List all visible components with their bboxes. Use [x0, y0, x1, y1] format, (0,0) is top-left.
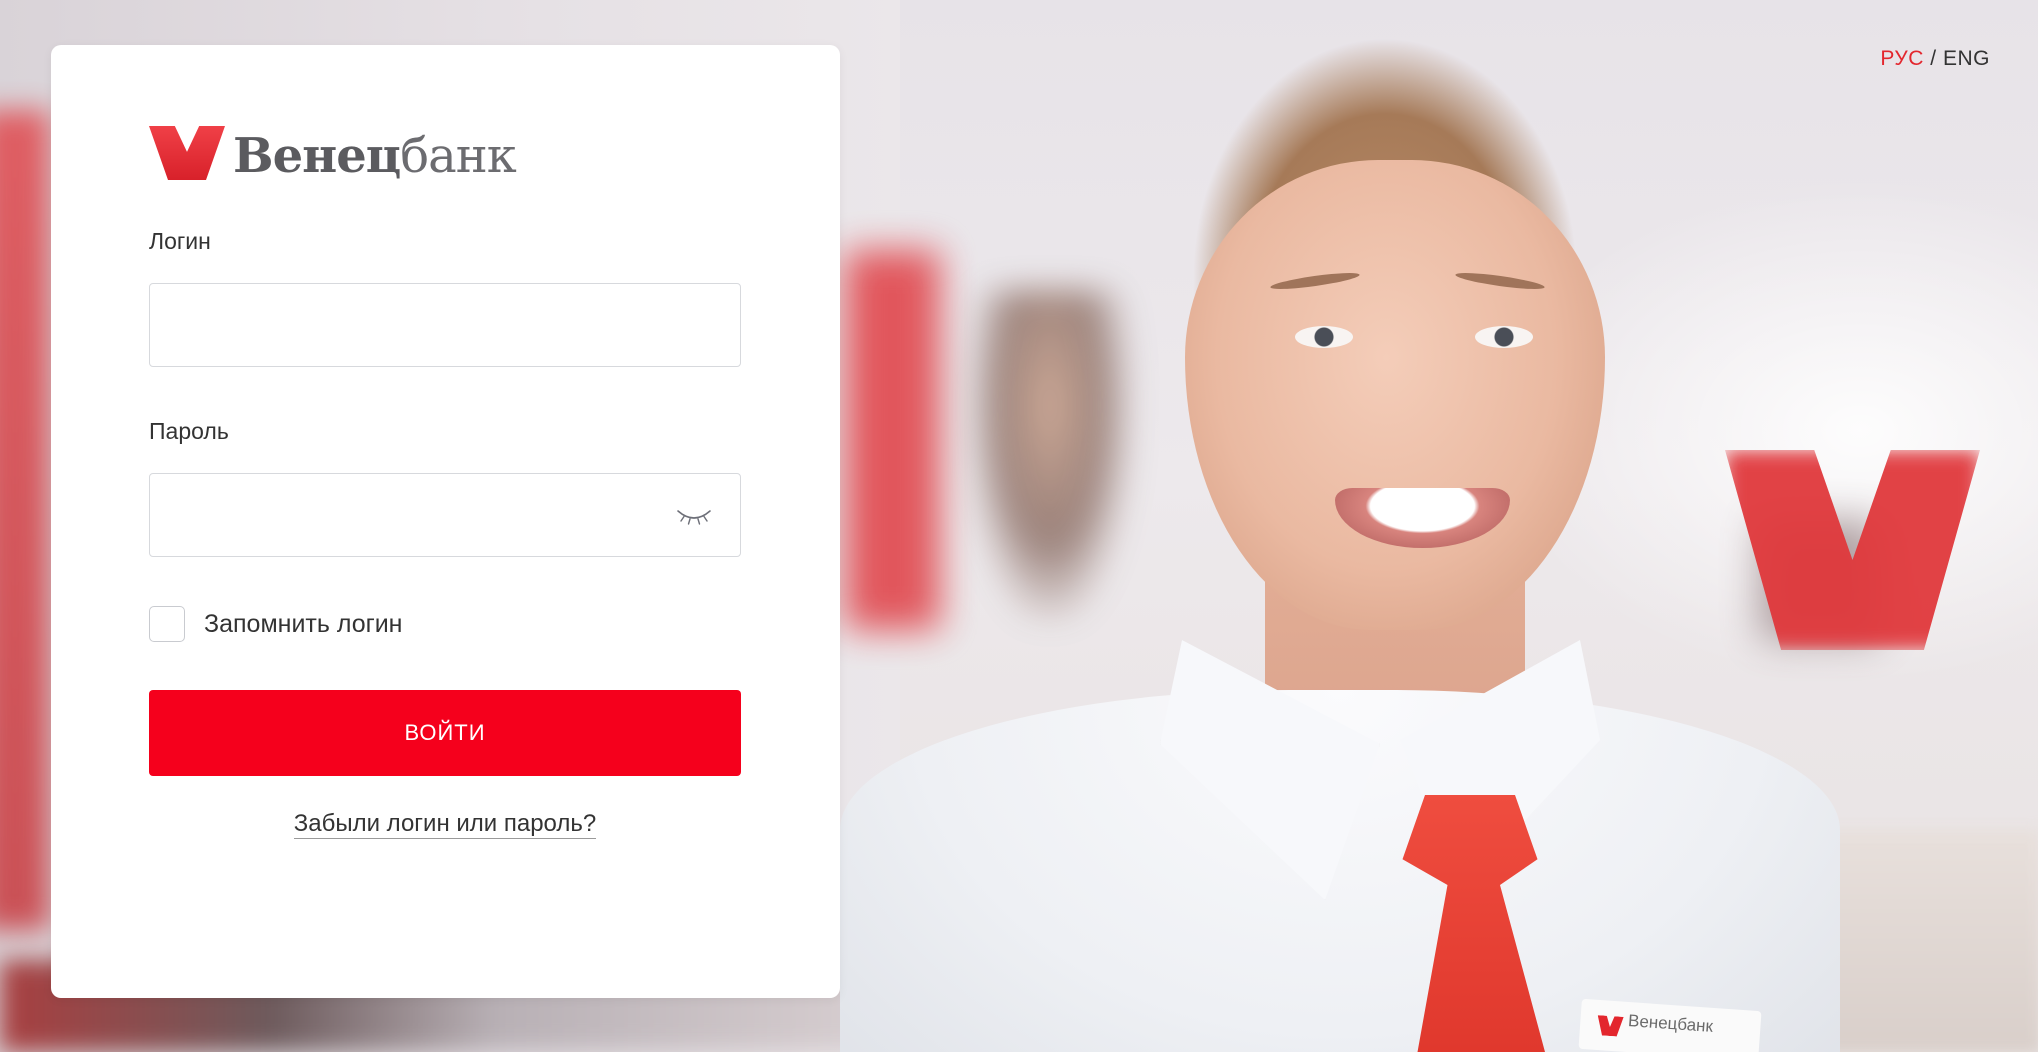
bank-name: Венец банк [233, 128, 517, 184]
login-label: Логин [149, 228, 211, 254]
person-eye [1475, 326, 1533, 348]
bank-name-light: банк [400, 128, 517, 184]
person-eye [1295, 326, 1353, 348]
password-input[interactable] [150, 474, 740, 556]
remember-checkbox[interactable] [149, 606, 185, 642]
lang-rus-link[interactable]: РУС [1880, 47, 1924, 70]
background-red-stripe [0, 110, 50, 930]
venets-v-logo-icon [149, 126, 225, 180]
login-field [149, 283, 741, 367]
bank-logo: Венец банк [149, 120, 517, 184]
login-button[interactable]: ВОЙТИ [149, 690, 741, 776]
forgot-password-link[interactable]: Забыли логин или пароль? [293, 810, 597, 839]
background-poster [970, 290, 1130, 620]
login-input[interactable] [150, 284, 740, 366]
login-card: Венец банк Логин Пароль Запомнить логин В… [51, 45, 840, 998]
background-red-panel [845, 250, 940, 630]
forgot-container: Забыли логин или пароль? [149, 810, 741, 839]
bank-name-bold: Венец [233, 128, 401, 184]
password-label: Пароль [149, 418, 229, 444]
lang-eng-link[interactable]: ENG [1943, 47, 1990, 70]
language-switch: РУС / ENG [1880, 47, 1990, 71]
password-field [149, 473, 741, 557]
eye-closed-icon[interactable] [676, 503, 712, 527]
remember-label[interactable]: Запомнить логин [204, 610, 403, 639]
lang-separator: / [1930, 47, 1937, 70]
remember-login[interactable]: Запомнить логин [149, 606, 403, 642]
person-face [1185, 160, 1605, 630]
